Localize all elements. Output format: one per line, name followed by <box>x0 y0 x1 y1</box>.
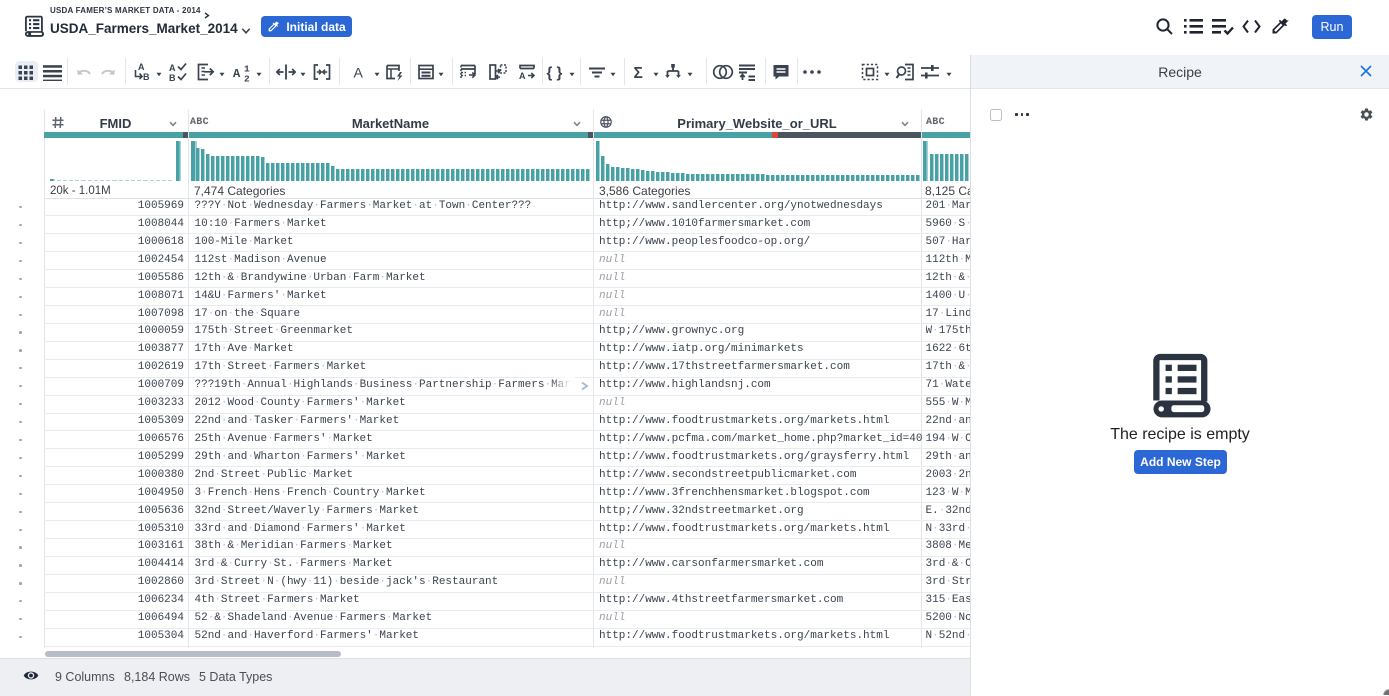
svg-text:A: A <box>233 67 241 81</box>
svg-text:B: B <box>169 73 176 82</box>
svg-text:{ }: { } <box>547 65 563 82</box>
svg-text:B: B <box>143 72 150 82</box>
svg-text:A: A <box>519 71 526 81</box>
svg-text:A: A <box>354 65 364 81</box>
svg-text:Σ: Σ <box>634 65 643 81</box>
svg-text:A: A <box>138 62 145 72</box>
svg-text:A: A <box>169 63 176 73</box>
svg-text:2: 2 <box>244 74 250 83</box>
